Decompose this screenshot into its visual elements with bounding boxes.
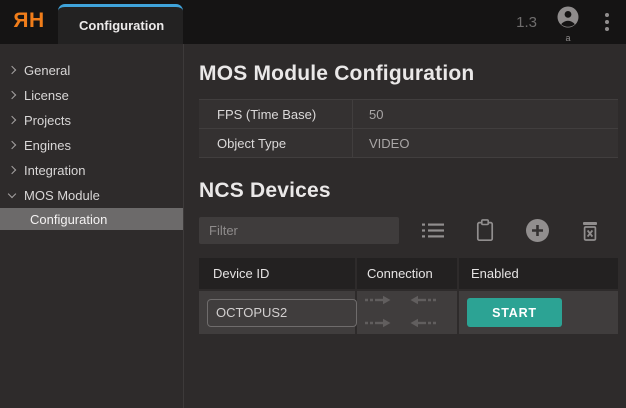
avatar-username: a <box>565 34 570 43</box>
delete-trash-icon[interactable] <box>578 218 602 244</box>
add-circle-icon[interactable] <box>523 216 552 245</box>
mos-config-table: FPS (Time Base) 50 Object Type VIDEO <box>199 99 618 158</box>
tab-label: Configuration <box>79 18 164 33</box>
page-title: MOS Module Configuration <box>199 62 618 86</box>
config-label: FPS (Time Base) <box>199 100 352 128</box>
sidebar-item-label: License <box>24 88 69 103</box>
device-id-cell <box>199 291 355 334</box>
version-label: 1.3 <box>516 14 537 31</box>
table-row: START <box>199 291 618 334</box>
sidebar-item-label: Integration <box>24 163 85 178</box>
ncs-toolbar <box>199 216 618 245</box>
start-button[interactable]: START <box>467 298 562 327</box>
dotted-arrow-right-icon <box>364 315 392 333</box>
chevron-right-icon <box>8 91 16 99</box>
sidebar-item-label: Configuration <box>30 212 107 227</box>
sidebar-item-mos-configuration[interactable]: Configuration <box>0 208 183 230</box>
enabled-cell: START <box>459 291 618 334</box>
clipboard-icon[interactable] <box>473 217 497 244</box>
sidebar-item-label: MOS Module <box>24 188 100 203</box>
content-area: General License Projects Engines Integra… <box>0 44 626 408</box>
sidebar-item-engines[interactable]: Engines <box>0 133 183 158</box>
config-row-fps[interactable]: FPS (Time Base) 50 <box>199 100 618 129</box>
config-value: VIDEO <box>352 129 618 157</box>
toolbar-icons <box>419 216 618 245</box>
kebab-menu-icon[interactable] <box>599 9 615 35</box>
tab-configuration[interactable]: Configuration <box>58 4 183 44</box>
chevron-right-icon <box>8 116 16 124</box>
col-header-connection: Connection <box>357 258 457 289</box>
chevron-right-icon <box>8 141 16 149</box>
sidebar-item-integration[interactable]: Integration <box>0 158 183 183</box>
config-row-object-type[interactable]: Object Type VIDEO <box>199 129 618 158</box>
section-title-ncs-devices: NCS Devices <box>199 179 618 203</box>
sidebar-item-mos-module[interactable]: MOS Module <box>0 183 183 208</box>
sidebar-item-label: Projects <box>24 113 71 128</box>
sidebar-item-label: Engines <box>24 138 71 153</box>
devices-table-header: Device ID Connection Enabled <box>199 258 618 289</box>
chevron-right-icon <box>8 66 16 74</box>
connection-cell <box>357 291 457 334</box>
main-panel: MOS Module Configuration FPS (Time Base)… <box>184 44 626 408</box>
ncs-devices-table: Device ID Connection Enabled <box>199 258 618 334</box>
view-list-icon[interactable] <box>419 220 447 241</box>
sidebar-item-license[interactable]: License <box>0 83 183 108</box>
filter-input[interactable] <box>199 217 399 244</box>
config-value: 50 <box>352 100 618 128</box>
chevron-right-icon <box>8 166 16 174</box>
col-header-enabled: Enabled <box>459 258 618 289</box>
config-label: Object Type <box>199 129 352 157</box>
sidebar-item-general[interactable]: General <box>0 58 183 83</box>
sidebar-item-projects[interactable]: Projects <box>0 108 183 133</box>
user-avatar-icon <box>557 6 579 33</box>
dotted-arrow-left-icon <box>409 292 437 310</box>
col-header-device-id: Device ID <box>199 258 355 289</box>
sidebar-item-label: General <box>24 63 70 78</box>
sidebar-nav: General License Projects Engines Integra… <box>0 44 184 408</box>
device-id-input[interactable] <box>207 299 357 327</box>
topbar-right: 1.3 a <box>516 0 626 44</box>
top-bar: ЯH Configuration 1.3 a <box>0 0 626 44</box>
dotted-arrow-left-icon <box>409 315 437 333</box>
user-menu[interactable]: a <box>557 6 579 43</box>
app-logo: ЯH <box>0 0 58 44</box>
app-window: ЯH Configuration 1.3 a <box>0 0 626 408</box>
dotted-arrow-right-icon <box>364 292 392 310</box>
chevron-down-icon <box>8 190 16 198</box>
